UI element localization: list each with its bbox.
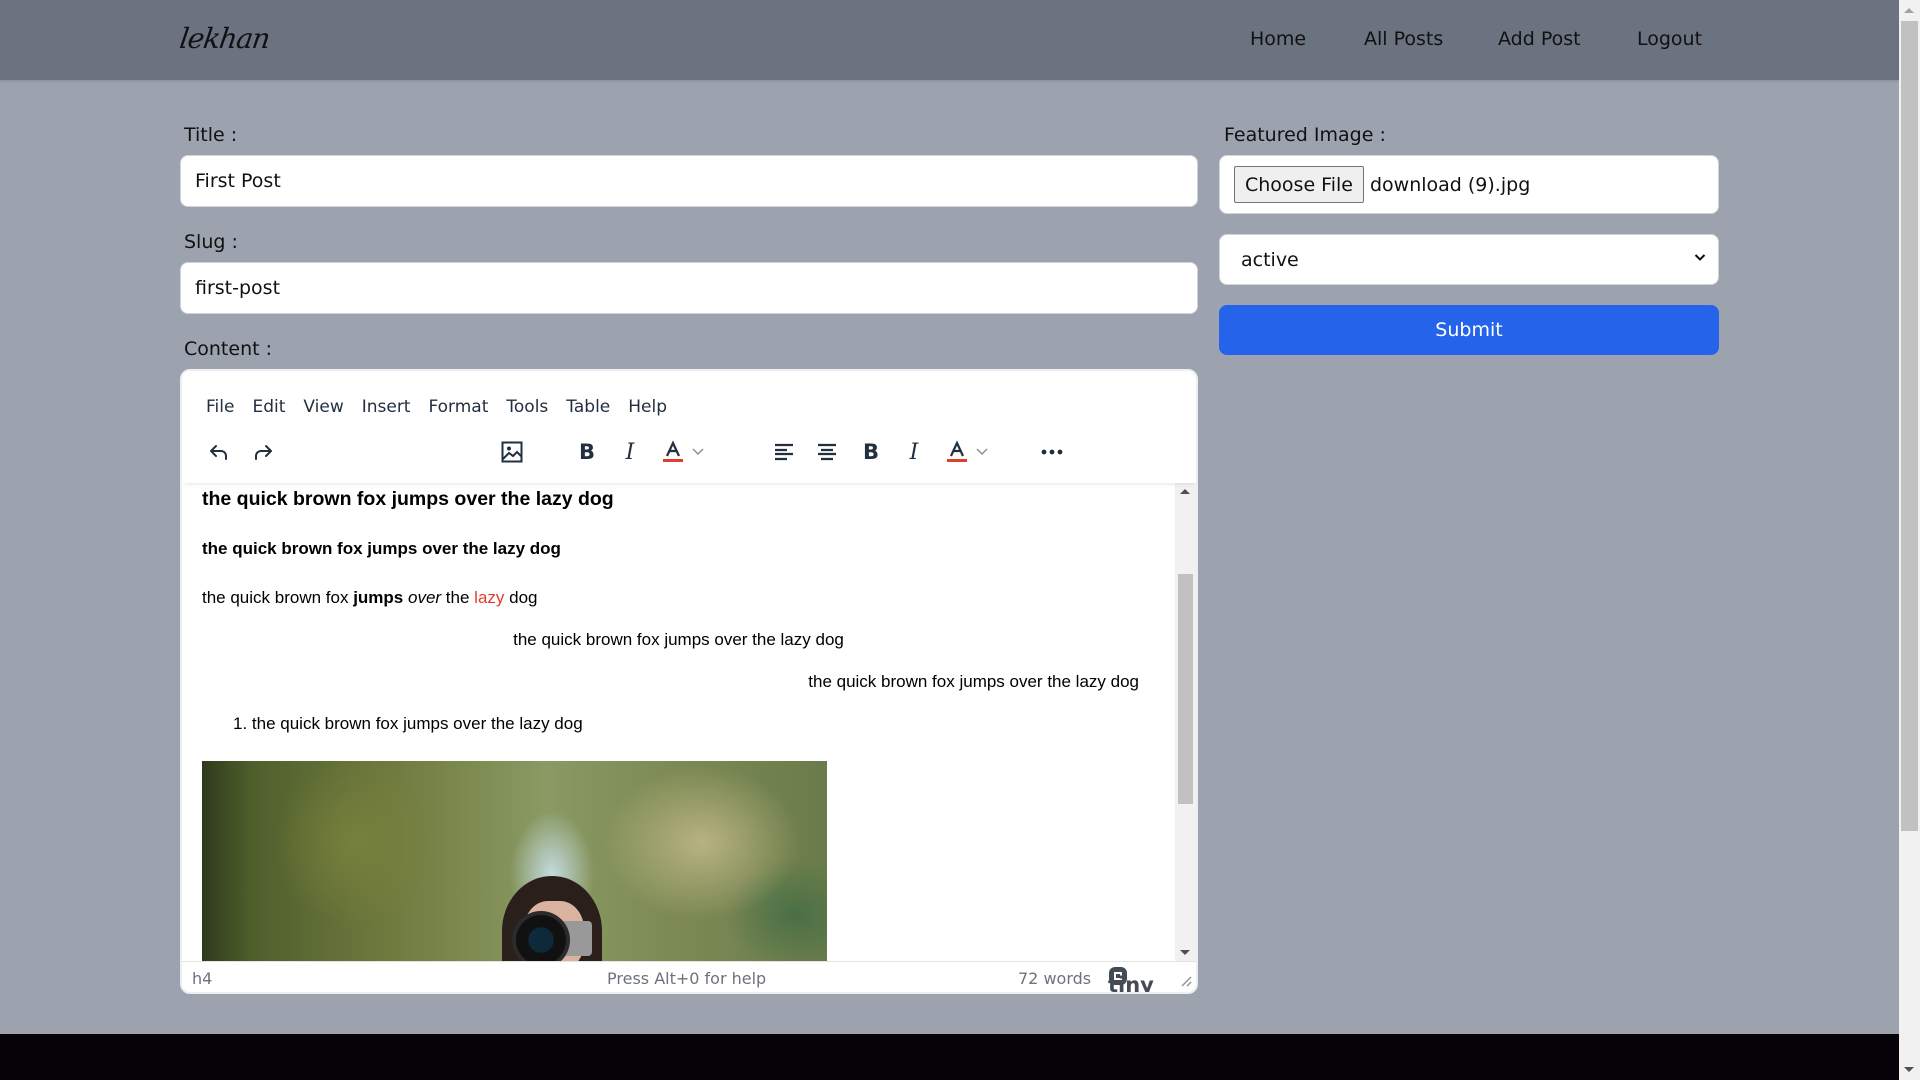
align-center-icon[interactable] [812,437,842,467]
align-left-icon[interactable] [769,437,799,467]
bold-text: jumps [353,588,404,607]
text-color-icon[interactable] [942,437,972,467]
photo-camera-lens [512,911,570,961]
scroll-up-icon[interactable] [1904,8,1914,13]
editor-statusbar: h4 Press Alt+0 for help 72 words tiny [182,961,1196,992]
slug-label: Slug : [184,231,238,253]
editor-toolbar: B I B I [182,421,1196,483]
list-number: 1. [233,714,248,733]
selected-file-name: download (9).jpg [1369,173,1531,196]
submit-button[interactable]: Submit [1219,305,1719,355]
scroll-up-icon[interactable] [1180,489,1190,494]
red-text: lazy [474,588,505,607]
editor-content[interactable]: the quick brown fox jumps over the lazy … [182,483,1175,961]
title-label: Title : [184,124,238,146]
help-hint: Press Alt+0 for help [607,969,767,988]
redo-icon[interactable] [248,437,278,467]
content-right-paragraph: the quick brown fox jumps over the lazy … [808,672,1139,691]
menu-view[interactable]: View [303,397,343,421]
bold-icon[interactable]: B [856,437,886,467]
resize-handle-icon[interactable] [1180,975,1192,987]
page-scrollbar[interactable] [1899,0,1920,1080]
list-item-text: the quick brown fox jumps over the lazy … [251,714,583,733]
italic-icon[interactable]: I [899,437,929,467]
footer [0,1034,1899,1080]
menu-tools[interactable]: Tools [506,397,548,421]
text-run: the [441,588,475,607]
content-centered-paragraph: the quick brown fox jumps over the lazy … [513,630,844,649]
text-color-chevron-icon[interactable] [972,437,992,467]
page: lekhan Home All Posts Add Post Logout Ti… [0,0,1899,1080]
choose-file-button[interactable]: Choose File [1234,166,1364,203]
editor-scrollbar-thumb[interactable] [1178,574,1193,804]
bold-icon[interactable]: B [572,437,602,467]
element-path[interactable]: h4 [192,969,212,988]
content-heading-4: the quick brown fox jumps over the lazy … [202,539,561,558]
nav-add-post[interactable]: Add Post [1498,28,1581,50]
featured-image-input[interactable]: Choose File download (9).jpg [1219,155,1719,214]
content-list-item: 1. the quick brown fox jumps over the la… [233,714,583,734]
menu-format[interactable]: Format [428,397,488,421]
nav-home[interactable]: Home [1250,28,1306,50]
menu-help[interactable]: Help [628,397,667,421]
menu-file[interactable]: File [206,397,234,421]
menu-edit[interactable]: Edit [252,397,285,421]
word-count[interactable]: 72 words [1018,969,1091,988]
content-mixed-paragraph: the quick brown fox jumps over the lazy … [202,588,538,608]
title-input-value: First Post [195,170,281,192]
featured-image-label: Featured Image : [1224,124,1386,146]
tiny-brand-link[interactable]: tiny [1108,966,1154,992]
nav-all-posts[interactable]: All Posts [1364,28,1443,50]
content-image[interactable] [202,761,827,961]
page-scrollbar-thumb[interactable] [1901,21,1918,831]
status-select-value: active [1241,248,1299,271]
navbar: lekhan Home All Posts Add Post Logout [0,0,1899,80]
text-color-icon[interactable] [658,437,688,467]
italic-icon[interactable]: I [615,437,645,467]
scroll-down-icon[interactable] [1904,1067,1914,1072]
chevron-down-icon [1694,254,1706,261]
tiny-brand-text: tiny [1108,973,1154,994]
editor-menubar: File Edit View Insert Format Tools Table… [182,371,1196,421]
rich-text-editor: File Edit View Insert Format Tools Table… [180,369,1198,994]
text-run: the quick brown fox [202,588,354,607]
content-heading-3: the quick brown fox jumps over the lazy … [202,488,614,510]
status-select[interactable]: active [1219,234,1719,285]
menu-insert[interactable]: Insert [362,397,411,421]
image-icon[interactable] [497,437,527,467]
title-input[interactable]: First Post [180,155,1198,207]
text-run: dog [504,588,538,607]
more-icon[interactable] [1037,437,1067,467]
slug-input[interactable]: first-post [180,262,1198,314]
content-label: Content : [184,338,273,360]
editor-scrollbar[interactable] [1175,483,1196,961]
text-color-chevron-icon[interactable] [688,437,708,467]
italic-text: over [408,588,442,607]
slug-input-value: first-post [195,277,281,299]
undo-icon[interactable] [204,437,234,467]
nav-logout[interactable]: Logout [1637,28,1702,50]
scroll-down-icon[interactable] [1180,950,1190,955]
menu-table[interactable]: Table [566,397,610,421]
logo[interactable]: lekhan [178,22,272,55]
